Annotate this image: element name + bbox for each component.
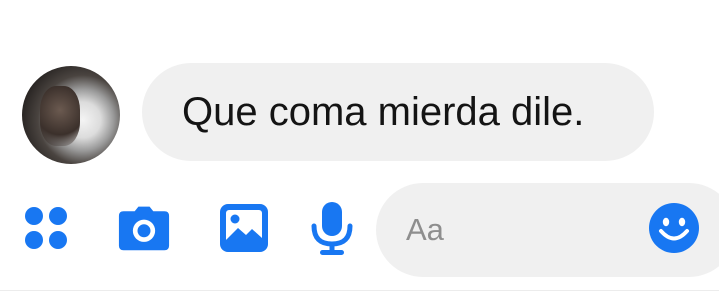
avatar-photo-detail — [40, 86, 80, 146]
sender-avatar[interactable] — [22, 66, 120, 164]
message-composer: Aa — [0, 180, 719, 280]
apps-button[interactable] — [20, 202, 72, 254]
camera-button[interactable] — [118, 202, 170, 254]
camera-icon — [118, 206, 170, 251]
image-icon — [220, 204, 268, 252]
voice-button[interactable] — [306, 202, 358, 255]
divider — [0, 290, 719, 291]
gallery-button[interactable] — [218, 202, 270, 254]
smiley-icon — [649, 203, 699, 253]
message-bubble[interactable]: Que coma mierda dile. — [142, 63, 654, 161]
microphone-icon — [311, 202, 353, 255]
apps-icon — [25, 207, 67, 249]
message-text: Que coma mierda dile. — [182, 89, 585, 134]
emoji-button[interactable] — [648, 202, 700, 254]
message-input-placeholder: Aa — [406, 212, 444, 247]
